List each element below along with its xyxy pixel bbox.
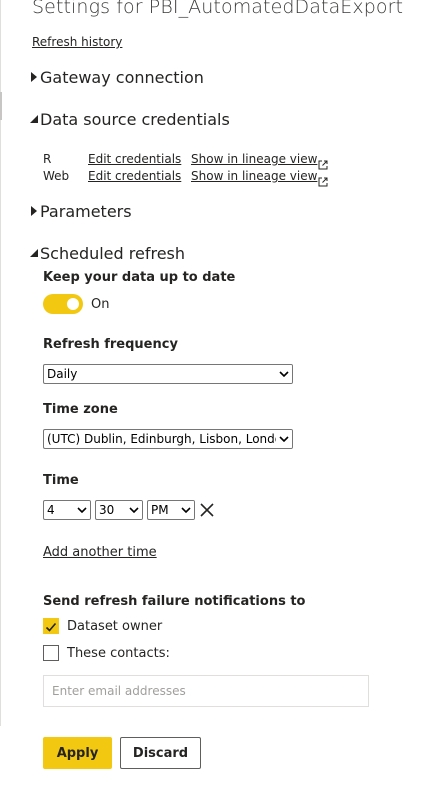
- chevron-down-icon: [74, 501, 90, 519]
- time-period-value: PM: [151, 503, 169, 517]
- section-data-source-credentials-label: Data source credentials: [40, 109, 230, 129]
- chevron-down-icon: [126, 501, 142, 519]
- caret-right-icon: [29, 70, 38, 84]
- external-link-icon[interactable]: [318, 155, 328, 170]
- caret-down-icon: [29, 112, 38, 126]
- credential-type-r: R: [43, 152, 52, 166]
- keep-data-up-to-date-label: Keep your data up to date: [43, 270, 236, 285]
- chevron-down-icon: [276, 365, 292, 383]
- refresh-frequency-select[interactable]: Daily: [43, 364, 293, 384]
- chevron-down-icon: [276, 430, 292, 448]
- time-zone-select[interactable]: (UTC) Dublin, Edinburgh, Lisbon, London: [43, 429, 293, 449]
- chevron-down-icon: [178, 501, 194, 519]
- these-contacts-checkbox[interactable]: [43, 645, 59, 661]
- email-addresses-input[interactable]: [43, 675, 369, 707]
- panel-scroll-indicator: [0, 92, 2, 120]
- section-gateway-connection-label: Gateway connection: [40, 67, 204, 87]
- show-lineage-link-web[interactable]: Show in lineage view: [191, 169, 317, 183]
- section-scheduled-refresh-label: Scheduled refresh: [40, 243, 186, 263]
- refresh-history-link[interactable]: Refresh history: [32, 35, 122, 49]
- dataset-owner-label: Dataset owner: [67, 619, 163, 634]
- time-hour-select[interactable]: 4: [43, 500, 91, 520]
- section-parameters[interactable]: Parameters: [29, 200, 132, 222]
- time-label: Time: [43, 473, 79, 488]
- caret-right-icon: [29, 204, 38, 218]
- page-title: Settings for PBI_AutomatedDataExport: [32, 0, 404, 18]
- checkmark-icon: [45, 622, 57, 632]
- edit-credentials-link-r[interactable]: Edit credentials: [88, 152, 181, 166]
- time-hour-value: 4: [47, 503, 55, 517]
- failure-notifications-label: Send refresh failure notifications to: [43, 594, 306, 609]
- refresh-frequency-label: Refresh frequency: [43, 337, 178, 352]
- time-period-select[interactable]: PM: [147, 500, 195, 520]
- edit-credentials-link-web[interactable]: Edit credentials: [88, 169, 181, 183]
- section-parameters-label: Parameters: [40, 201, 132, 221]
- section-data-source-credentials[interactable]: Data source credentials: [29, 108, 230, 130]
- time-minute-select[interactable]: 30: [95, 500, 143, 520]
- apply-button[interactable]: Apply: [43, 737, 112, 769]
- toggle-state-label: On: [91, 297, 110, 312]
- time-zone-label: Time zone: [43, 402, 118, 417]
- credential-type-web: Web: [43, 169, 70, 183]
- section-scheduled-refresh[interactable]: Scheduled refresh: [29, 242, 185, 264]
- add-another-time-link[interactable]: Add another time: [43, 545, 157, 560]
- these-contacts-label: These contacts:: [67, 646, 170, 661]
- refresh-frequency-value: Daily: [47, 367, 78, 381]
- caret-down-icon: [29, 246, 38, 260]
- section-gateway-connection[interactable]: Gateway connection: [29, 66, 204, 88]
- external-link-icon[interactable]: [318, 172, 328, 187]
- discard-button[interactable]: Discard: [120, 737, 201, 769]
- toggle-knob: [67, 298, 79, 310]
- scheduled-refresh-toggle[interactable]: [43, 294, 83, 314]
- time-zone-value: (UTC) Dublin, Edinburgh, Lisbon, London: [47, 432, 276, 446]
- time-minute-value: 30: [99, 503, 115, 517]
- remove-time-icon[interactable]: [199, 502, 215, 518]
- show-lineage-link-r[interactable]: Show in lineage view: [191, 152, 317, 166]
- dataset-owner-checkbox[interactable]: [43, 618, 59, 634]
